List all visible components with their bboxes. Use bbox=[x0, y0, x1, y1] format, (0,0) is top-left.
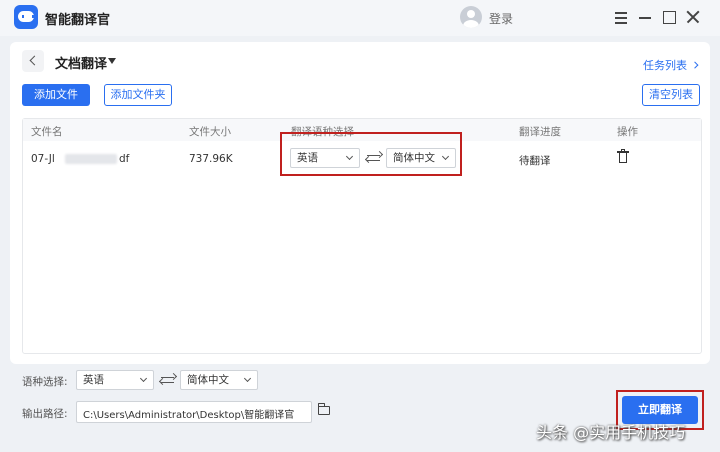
login-link[interactable]: 登录 bbox=[489, 10, 513, 27]
minimize-icon[interactable] bbox=[636, 8, 654, 26]
clear-list-button[interactable]: 清空列表 bbox=[642, 84, 700, 106]
add-file-button[interactable]: 添加文件 bbox=[22, 84, 90, 106]
output-path-input[interactable]: C:\Users\Administrator\Desktop\智能翻译官 bbox=[76, 401, 312, 423]
redacted-filename bbox=[65, 154, 117, 164]
target-lang-value: 简体中文 bbox=[187, 374, 229, 386]
chevron-down-icon bbox=[139, 374, 148, 383]
output-path-label: 输出路径: bbox=[22, 408, 68, 420]
back-button[interactable] bbox=[22, 50, 44, 72]
column-header-name: 文件名 bbox=[31, 126, 63, 138]
source-lang-value: 英语 bbox=[83, 374, 104, 386]
target-lang-select[interactable]: 简体中文 bbox=[180, 370, 258, 390]
column-header-size: 文件大小 bbox=[189, 126, 231, 138]
app-logo-icon bbox=[14, 5, 38, 29]
source-lang-select[interactable]: 英语 bbox=[76, 370, 154, 390]
menu-icon[interactable] bbox=[612, 8, 630, 26]
delete-icon[interactable] bbox=[617, 149, 629, 164]
add-folder-button[interactable]: 添加文件夹 bbox=[104, 84, 172, 106]
page-title[interactable]: 文档翻译 bbox=[55, 53, 107, 72]
folder-icon[interactable] bbox=[318, 403, 330, 415]
user-avatar-icon[interactable] bbox=[460, 6, 482, 28]
close-icon[interactable] bbox=[684, 8, 702, 26]
chevron-down-icon bbox=[243, 374, 252, 383]
file-name-suffix: df bbox=[119, 153, 130, 165]
watermark: 头条 @实用手机技巧 bbox=[536, 423, 686, 442]
file-size: 737.96K bbox=[189, 153, 233, 165]
app-title: 智能翻译官 bbox=[45, 13, 111, 28]
annotation-highlight-box bbox=[280, 132, 462, 176]
column-header-progress: 翻译进度 bbox=[519, 126, 561, 138]
file-name-prefix: 07-Jl bbox=[31, 153, 55, 165]
column-header-action: 操作 bbox=[617, 126, 638, 138]
translation-status: 待翻译 bbox=[519, 155, 551, 167]
maximize-icon[interactable] bbox=[660, 8, 678, 26]
lang-select-label: 语种选择: bbox=[22, 376, 68, 388]
task-list-link[interactable]: 任务列表 bbox=[643, 57, 696, 73]
caret-down-icon[interactable] bbox=[108, 58, 116, 64]
swap-languages-icon[interactable] bbox=[158, 372, 178, 386]
